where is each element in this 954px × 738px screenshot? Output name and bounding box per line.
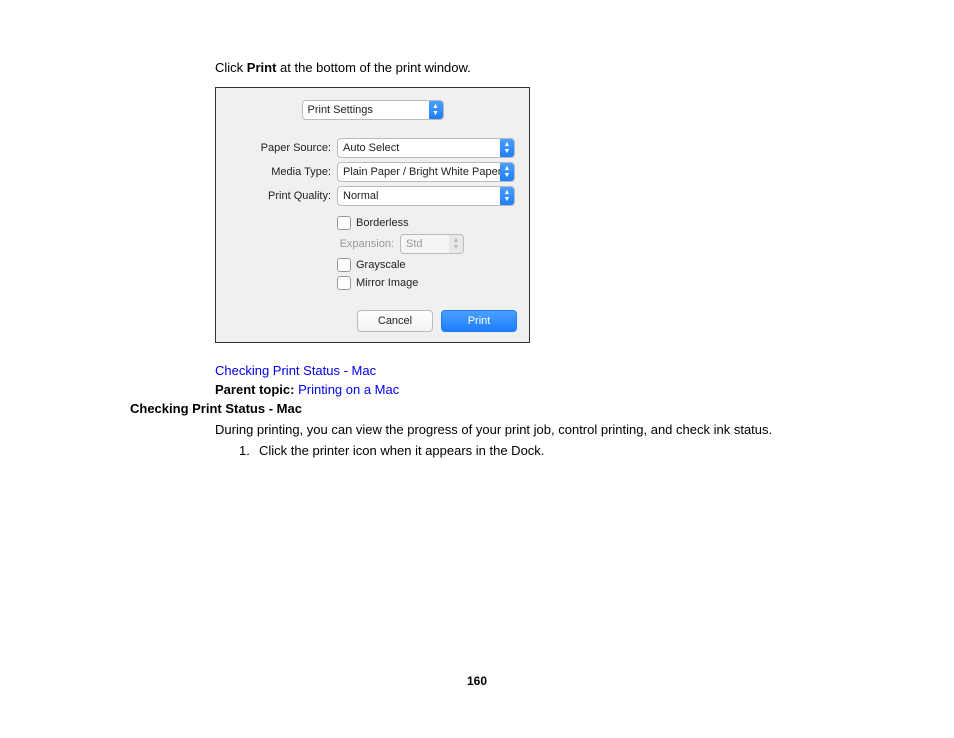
chevron-updown-icon: ▲▼ (500, 139, 514, 157)
chevron-updown-icon: ▲▼ (500, 163, 514, 181)
media-type-value: Plain Paper / Bright White Paper (338, 166, 500, 178)
expansion-select: Std ▲▼ (400, 234, 464, 254)
print-quality-select[interactable]: Normal ▲▼ (337, 186, 515, 206)
print-quality-label: Print Quality: (216, 190, 337, 202)
intro-bold: Print (247, 60, 277, 75)
media-type-select[interactable]: Plain Paper / Bright White Paper ▲▼ (337, 162, 515, 182)
paper-source-value: Auto Select (338, 142, 500, 154)
checking-status-link[interactable]: Checking Print Status - Mac (215, 363, 376, 378)
step-1-number: 1. (239, 443, 259, 458)
paper-source-label: Paper Source: (216, 142, 337, 154)
intro-pre: Click (215, 60, 247, 75)
step-1-text: Click the printer icon when it appears i… (259, 443, 544, 458)
grayscale-label: Grayscale (356, 259, 406, 271)
section-heading: Checking Print Status - Mac (0, 401, 954, 416)
mirror-label: Mirror Image (356, 277, 418, 289)
borderless-label: Borderless (356, 217, 409, 229)
borderless-checkbox[interactable] (337, 216, 351, 230)
print-button[interactable]: Print (441, 310, 517, 332)
media-type-label: Media Type: (216, 166, 337, 178)
parent-topic-link[interactable]: Printing on a Mac (298, 382, 399, 397)
chevron-updown-icon: ▲▼ (500, 187, 514, 205)
print-dialog: Print Settings ▲▼ Paper Source: Auto Sel… (215, 87, 530, 343)
chevron-updown-icon: ▲▼ (429, 101, 443, 119)
paper-source-select[interactable]: Auto Select ▲▼ (337, 138, 515, 158)
cancel-button[interactable]: Cancel (357, 310, 433, 332)
mirror-checkbox[interactable] (337, 276, 351, 290)
grayscale-checkbox[interactable] (337, 258, 351, 272)
print-quality-value: Normal (338, 190, 500, 202)
parent-topic-label: Parent topic: (215, 382, 298, 397)
chevron-updown-icon: ▲▼ (449, 235, 463, 253)
intro-post: at the bottom of the print window. (276, 60, 470, 75)
page-number: 160 (0, 674, 954, 688)
section-body: During printing, you can view the progre… (215, 422, 864, 437)
settings-tab-value: Print Settings (303, 104, 429, 116)
step-1: 1.Click the printer icon when it appears… (239, 443, 864, 458)
expansion-value: Std (401, 238, 449, 250)
expansion-label: Expansion: (216, 238, 400, 250)
intro-line: Click Print at the bottom of the print w… (215, 60, 864, 75)
settings-tab-select[interactable]: Print Settings ▲▼ (302, 100, 444, 120)
